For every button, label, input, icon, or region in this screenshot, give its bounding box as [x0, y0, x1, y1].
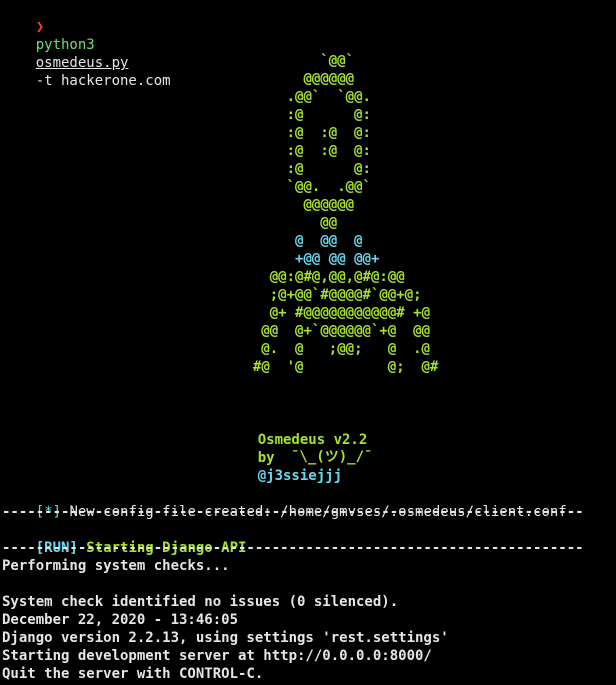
banner-by: by [257, 450, 275, 466]
no-issues-line: System check identified no issues (0 sil… [2, 594, 399, 610]
logo-line: :@ @: [286, 107, 371, 123]
banner-line: Osmedeus v2.2 by @j3ssiejjj [224, 413, 368, 484]
logo-line: @@ [320, 215, 338, 231]
terminal-window[interactable]: ❯ python3 osmedeus.py -t hackerone.com `… [0, 0, 616, 685]
logo-line: #@ '@ @; @# [252, 359, 439, 375]
logo-line: @@:@#@,@@,@#@:@@ [269, 269, 405, 285]
logo-line: :@ :@ @: [286, 125, 371, 141]
logo-line: @@@@@@ [303, 197, 355, 213]
logo-line: +@@ @@ @@+ [295, 251, 380, 267]
command-prompt-line: ❯ python3 osmedeus.py -t hackerone.com [2, 0, 171, 89]
quit-line: Quit the server with CONTROL-C. [2, 666, 264, 682]
checks-line: Performing system checks... [2, 558, 230, 574]
logo-line: :@ @: [286, 161, 371, 177]
server-line: Starting development server at http://0.… [2, 648, 432, 664]
logo-line: @+ #@@@@@@@@@@@# +@ [269, 305, 431, 321]
config-line: [*] New config file created: /home/gmvse… [2, 485, 567, 520]
osmedeus-ascii-logo: `@@` @@@@@@ .@@` `@@. :@ @: :@ :@ @::@ … [0, 52, 616, 376]
logo-line: @@ @+`@@@@@@`+@ @@ [261, 323, 431, 339]
run-line: [RUN] Starting Django API [2, 521, 247, 556]
logo-line: `@@` [320, 53, 355, 69]
shrug-line: ¯\_(ツ)_/¯ [291, 449, 373, 465]
prompt-arrow-icon: ❯ [35, 19, 45, 35]
logo-line: ;@+@@`#@@@@#`@@+@; [269, 287, 422, 303]
logo-line: `@@. .@@` [286, 179, 371, 195]
logo-line: :@ :@ @: [286, 143, 371, 159]
logo-line: @ @@ @ [295, 233, 363, 249]
prompt-command: python3 [35, 37, 95, 53]
banner-name: Osmedeus v2.2 [257, 432, 368, 448]
logo-line: @@@@@@ [303, 71, 355, 87]
date-line: December 22, 2020 - 13:46:05 [2, 612, 239, 628]
logo-line: .@@` `@@. [286, 89, 371, 105]
django-version-line: Django version 2.2.13, using settings 'r… [2, 630, 449, 646]
logo-line: @. @ ;@@; @ .@ [261, 341, 430, 357]
banner-author: @j3ssiejjj [257, 468, 343, 484]
separator-bottom: ----------------------------------------… [2, 540, 584, 556]
separator-top: ----------------------------------------… [2, 504, 584, 520]
